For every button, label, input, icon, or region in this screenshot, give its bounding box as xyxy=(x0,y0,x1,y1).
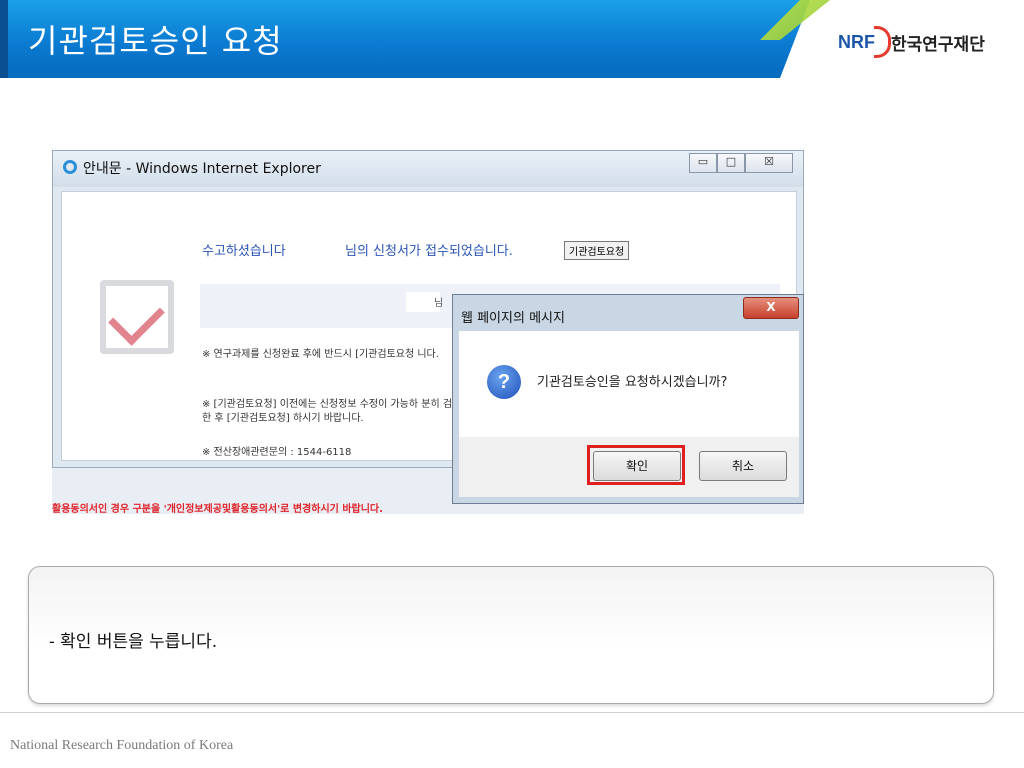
ie-logo-icon xyxy=(63,160,77,174)
notice-text-2: ※ [기관검토요청] 이전에는 신청정보 수정이 가능하 분히 검토한 후 [기… xyxy=(202,399,462,424)
applicant-suffix: 님 xyxy=(434,298,444,309)
received-text: 님의 신청서가 접수되었습니다. xyxy=(345,244,513,259)
window-close-button[interactable]: ☒ xyxy=(745,153,793,173)
thanks-text: 수고하셨습니다 xyxy=(202,244,286,259)
dialog-title: 웹 페이지의 메시지 xyxy=(461,311,565,326)
dialog-footer: 확인 취소 xyxy=(459,437,799,497)
checkmark-icon xyxy=(100,280,174,354)
ie-titlebar: 안내문 - Windows Internet Explorer ▭ □ ☒ xyxy=(53,151,803,187)
question-icon: ? xyxy=(487,365,521,399)
embedded-screenshot: 안내문 - Windows Internet Explorer ▭ □ ☒ 수고… xyxy=(52,150,804,514)
ie-window-title: 안내문 - Windows Internet Explorer xyxy=(83,161,321,177)
logo-abbr: NRF xyxy=(838,32,875,52)
dialog-close-button[interactable]: X xyxy=(743,297,799,319)
review-request-button[interactable]: 기관검토요청 xyxy=(564,241,630,260)
footer-divider xyxy=(0,712,1024,713)
message-dialog: 웹 페이지의 메시지 X ? 기관검토승인을 요청하시겠습니까? 확인 취소 xyxy=(452,294,804,504)
nrf-logo: NRF 한국연구재단 xyxy=(838,26,985,58)
maximize-button[interactable]: □ xyxy=(717,153,745,173)
minimize-button[interactable]: ▭ xyxy=(689,153,717,173)
logo-name: 한국연구재단 xyxy=(891,35,985,55)
banner-accent-bar xyxy=(0,0,8,78)
red-notice: 활용동의서인 경우 구분을 '개인정보제공및활용동의서'로 변경하시기 바랍니다… xyxy=(52,504,383,514)
footer-text: National Research Foundation of Korea xyxy=(10,738,234,753)
window-controls: ▭ □ ☒ xyxy=(689,153,793,173)
notice-text-1: ※ 연구과제를 신청완료 후에 반드시 [기관검토요청 니다. xyxy=(202,349,439,360)
cancel-button[interactable]: 취소 xyxy=(699,451,787,481)
dialog-body: ? 기관검토승인을 요청하시겠습니까? xyxy=(459,331,799,437)
title-banner: 기관검토승인 요청 NRF 한국연구재단 xyxy=(0,0,1024,78)
checkmark-glyph xyxy=(108,289,165,346)
caption-box: - 확인 버튼을 누릅니다. xyxy=(28,566,994,704)
slide-title: 기관검토승인 요청 xyxy=(28,22,283,60)
dialog-message: 기관검토승인을 요청하시겠습니까? xyxy=(537,375,728,390)
support-contact-text: ※ 전산장애관련문의 : 1544-6118 xyxy=(202,447,352,458)
logo-arc-icon xyxy=(874,26,891,58)
ok-button[interactable]: 확인 xyxy=(593,451,681,481)
caption-text: - 확인 버튼을 누릅니다. xyxy=(49,632,218,652)
